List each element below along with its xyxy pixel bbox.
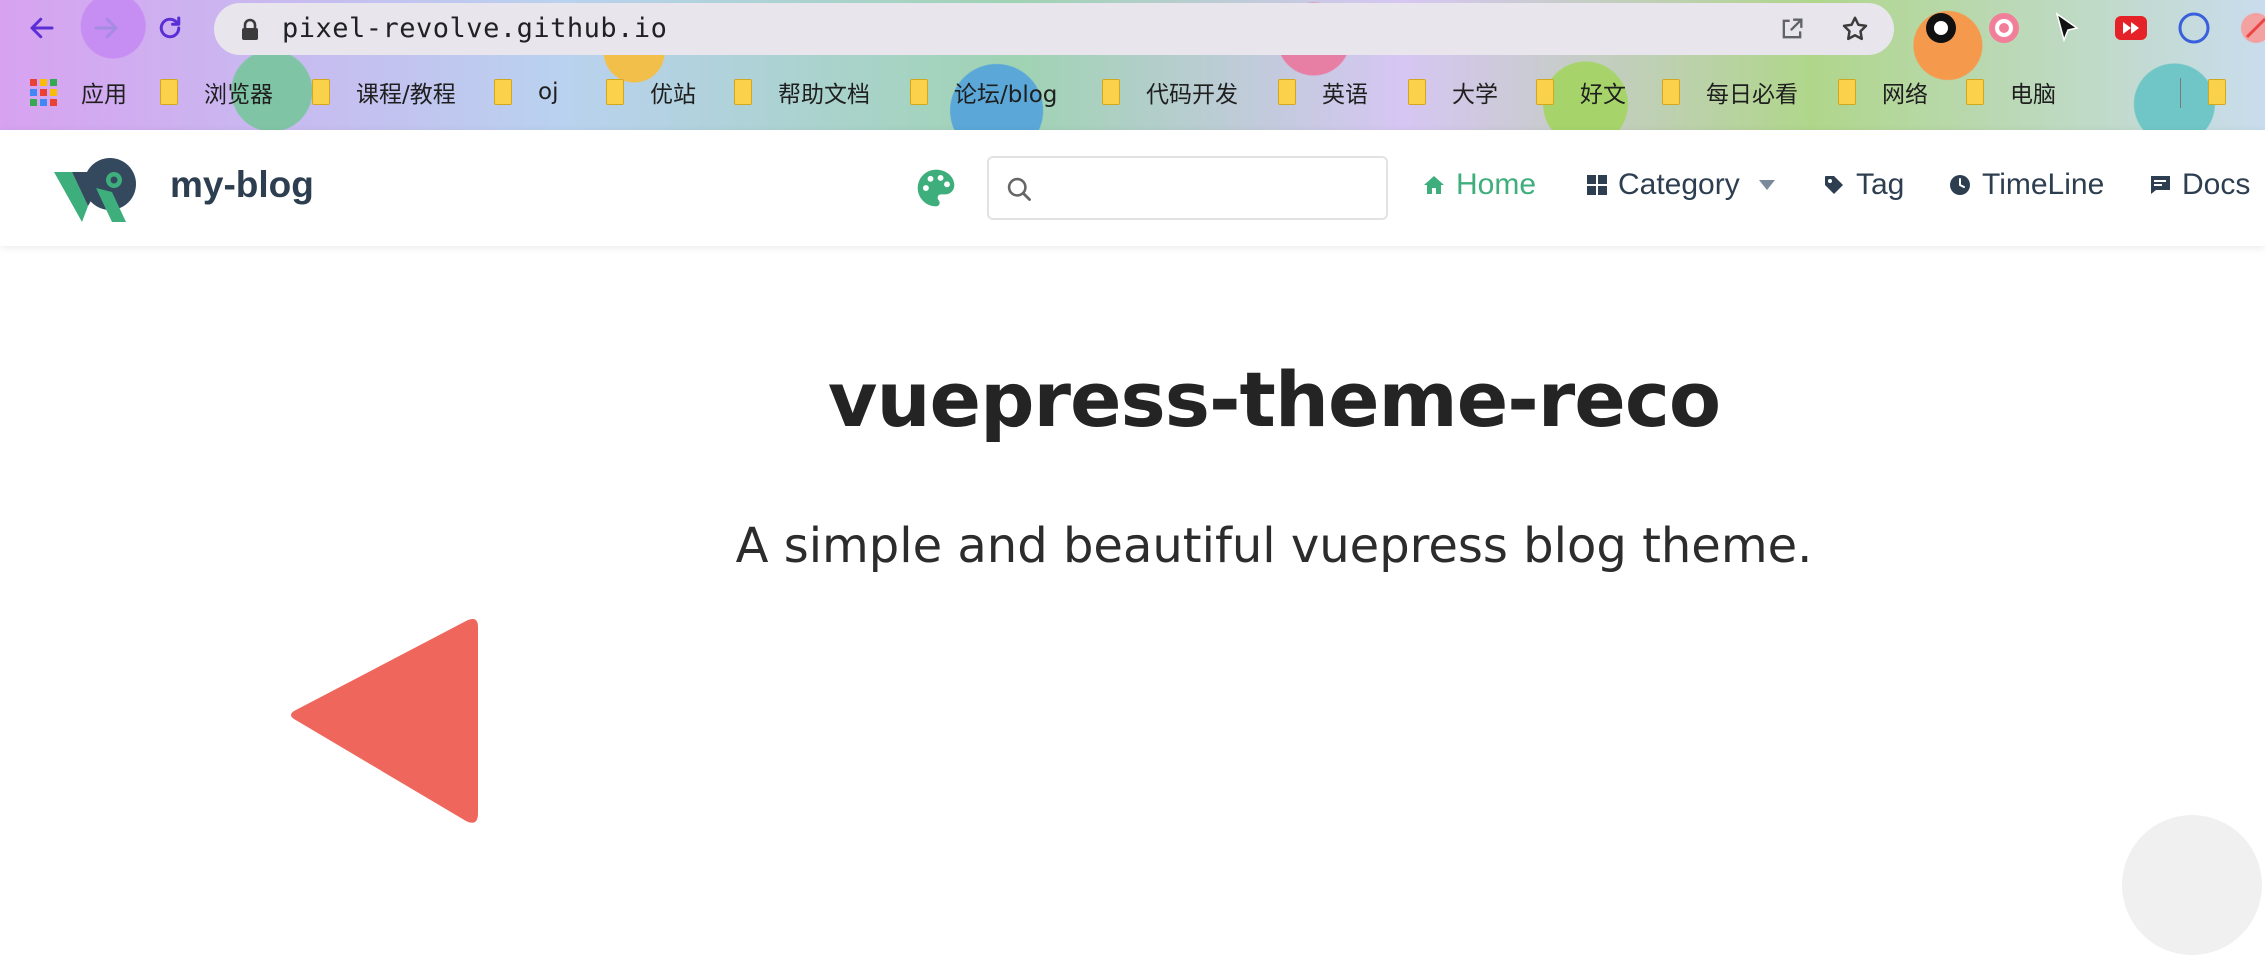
cursor-icon xyxy=(2055,12,2079,43)
extension-ring[interactable] xyxy=(2176,10,2212,46)
hero-title: vuepress-theme-reco xyxy=(827,355,1721,444)
reload-icon xyxy=(159,16,181,39)
url-text: pixel-revolve.github.io xyxy=(282,13,668,44)
bookmark-folder[interactable]: 每日必看 xyxy=(1662,76,1798,108)
bookmark-folder[interactable]: 电脑 xyxy=(1966,76,2056,108)
bookmark-folder[interactable]: 大学 xyxy=(1408,76,1498,108)
folder-icon xyxy=(312,79,330,105)
bookmark-folder[interactable]: 代码开发 xyxy=(1102,76,1238,108)
home-icon xyxy=(1424,176,1444,194)
nav-home[interactable]: Home xyxy=(1422,168,1536,202)
bookmark-folder[interactable]: 优站 xyxy=(606,76,696,108)
share-icon[interactable] xyxy=(1778,15,1806,43)
fast-forward-icon xyxy=(2115,16,2147,40)
nav-category[interactable]: Category xyxy=(1586,168,1778,202)
nav-timeline[interactable]: TimeLine xyxy=(1948,168,2104,202)
folder-icon xyxy=(1536,79,1554,105)
bookmark-star-icon[interactable] xyxy=(1840,14,1870,44)
blocked-icon xyxy=(2241,13,2265,43)
browser-chrome: pixel-revolve.github.io 应用 浏览器 课程/教程 oj … xyxy=(0,0,2265,130)
folder-icon xyxy=(1408,79,1426,105)
record-icon xyxy=(1926,13,1956,43)
folder-icon xyxy=(1662,79,1680,105)
folder-icon xyxy=(160,79,178,105)
folder-icon xyxy=(1966,79,1984,105)
address-bar[interactable]: pixel-revolve.github.io xyxy=(214,3,1894,55)
back-button[interactable] xyxy=(22,8,62,48)
folder-icon xyxy=(606,79,624,105)
bookmark-folder[interactable]: 帮助文档 xyxy=(734,76,870,108)
folder-icon xyxy=(1278,79,1296,105)
arrow-right-icon xyxy=(94,17,118,39)
chevron-down-icon xyxy=(1758,180,1775,190)
bookmark-folder[interactable]: 英语 xyxy=(1278,76,1368,108)
arrow-left-icon xyxy=(30,17,54,39)
extension-circle-black[interactable] xyxy=(1923,10,1959,46)
extension-blocked[interactable] xyxy=(2238,10,2265,46)
folder-icon xyxy=(494,79,512,105)
bookmark-folder[interactable]: 论坛/blog xyxy=(910,76,1057,108)
browser-toolbar: pixel-revolve.github.io xyxy=(0,0,2265,58)
extension-cursor[interactable] xyxy=(2049,10,2085,46)
bookmark-folder[interactable]: 网络 xyxy=(1838,76,1928,108)
back-to-top-button[interactable] xyxy=(2122,815,2262,955)
category-icon xyxy=(1587,175,1607,195)
folder-icon xyxy=(734,79,752,105)
reload-button[interactable] xyxy=(150,8,190,48)
folder-icon xyxy=(1838,79,1856,105)
bookmark-folder[interactable]: 好文 xyxy=(1536,76,1626,108)
nav-tag[interactable]: Tag xyxy=(1822,168,1904,202)
nav-links: Home Category Tag TimeLine Docs xyxy=(0,130,2265,246)
forward-button[interactable] xyxy=(86,8,126,48)
bookmark-folder[interactable]: 浏览器 xyxy=(160,76,273,108)
bookmark-folder[interactable]: 课程/教程 xyxy=(312,76,456,108)
ring-icon xyxy=(2178,12,2210,44)
hero-subtitle: A simple and beautiful vuepress blog the… xyxy=(735,518,1813,574)
site-navbar: my-blog Home Category Tag TimeLine Docs xyxy=(0,130,2265,246)
bookmark-folder[interactable]: oj xyxy=(494,76,558,108)
folder-icon xyxy=(2208,79,2226,105)
bookmarks-separator xyxy=(2180,78,2181,108)
extension-video[interactable] xyxy=(2113,10,2149,46)
decorative-triangle-icon xyxy=(291,619,478,823)
apps-grid-icon xyxy=(30,78,57,106)
bookmark-folder-partial[interactable] xyxy=(2208,76,2252,108)
lock-icon xyxy=(242,18,258,40)
extension-pink[interactable] xyxy=(1986,10,2022,46)
bookmarks-bar: 应用 浏览器 课程/教程 oj 优站 帮助文档 论坛/blog 代码开发 英语 … xyxy=(0,70,2265,116)
tag-icon xyxy=(1825,176,1843,194)
clock-icon xyxy=(1950,175,1970,195)
nav-docs[interactable]: Docs xyxy=(2148,168,2250,202)
bookmark-apps[interactable]: 应用 xyxy=(30,76,127,108)
folder-icon xyxy=(1102,79,1120,105)
target-icon xyxy=(1989,13,2019,43)
folder-icon xyxy=(910,79,928,105)
docs-icon xyxy=(2150,176,2170,194)
